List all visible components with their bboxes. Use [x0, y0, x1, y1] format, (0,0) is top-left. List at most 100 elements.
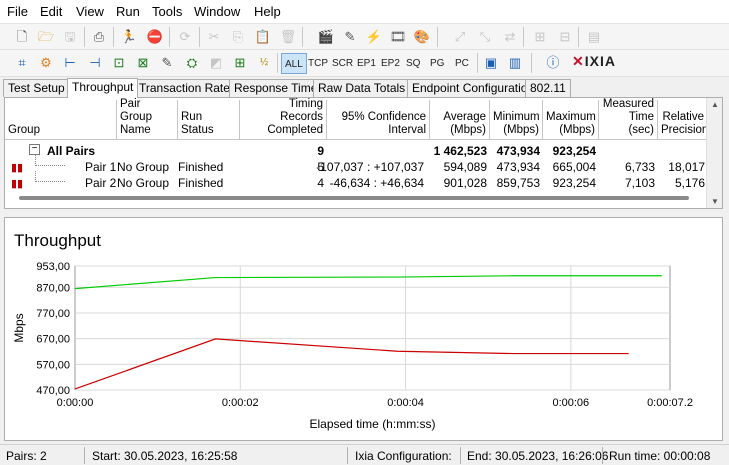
edit-pair-icon[interactable]: ✎: [341, 28, 359, 46]
fraction-icon[interactable]: ½: [255, 54, 273, 72]
endpoint-icon[interactable]: ⚙: [37, 54, 55, 72]
report-icon[interactable]: ▤: [585, 28, 603, 46]
tab-response-time[interactable]: Response Time: [229, 79, 323, 97]
scroll-down-arrow-icon[interactable]: ▼: [711, 197, 719, 206]
layout-icon[interactable]: ⊞: [531, 28, 549, 46]
y-tick-label: 570,00: [36, 359, 70, 371]
refresh-icon[interactable]: ⟳: [176, 28, 194, 46]
layout2-icon[interactable]: ⊟: [556, 28, 574, 46]
network-icon[interactable]: ⌗: [13, 54, 31, 72]
window-icon[interactable]: ▥: [506, 54, 524, 72]
graph-icon[interactable]: ◩: [207, 54, 225, 72]
info-icon[interactable]: ⓘ: [544, 54, 562, 72]
qos-icon[interactable]: ⊠: [134, 54, 152, 72]
new-file-icon[interactable]: 🗋: [13, 28, 31, 46]
maximum-mbps: 665,004: [552, 160, 596, 174]
col-header-measured-time[interactable]: Measured Time (sec): [599, 98, 658, 140]
tab-endpoint-configuration[interactable]: Endpoint Configuration: [407, 79, 540, 97]
col-header-timing-records[interactable]: Timing Records Completed: [240, 98, 327, 140]
y-tick-label: 953,00: [36, 261, 70, 273]
summary-row[interactable]: − All Pairs 9 1 462,523 473,934 923,254: [5, 143, 705, 159]
menu-view[interactable]: View: [76, 4, 104, 19]
run-status: Finished: [178, 160, 224, 174]
horizontal-scrollbar[interactable]: [5, 190, 706, 206]
table-row[interactable]: ▮▮ Pair 1 No Group Finished 5 -107,037 :…: [5, 155, 705, 175]
edit-multicast-icon[interactable]: 🎞: [389, 28, 407, 46]
table-icon[interactable]: ⊞: [231, 54, 249, 72]
horizontal-scrollbar-thumb[interactable]: [19, 196, 689, 200]
x-tick-label: 0:00:04: [387, 397, 424, 409]
col-header-minimum[interactable]: Minimum (Mbps): [490, 100, 543, 140]
y-tick-label: 770,00: [36, 308, 70, 320]
run-icon[interactable]: 🏃: [120, 28, 138, 46]
swap-icon[interactable]: ⇄: [501, 28, 519, 46]
minimum-mbps: 473,934: [496, 160, 540, 174]
summary-average: 1 462,523: [433, 144, 487, 158]
summary-maximum: 923,254: [552, 144, 596, 158]
x-tick-label: 0:00:07.2: [647, 397, 693, 409]
col-header-run-status[interactable]: Run Status: [178, 100, 240, 140]
filter-ep2[interactable]: EP2: [378, 53, 403, 74]
tab-throughput[interactable]: Throughput: [67, 78, 139, 98]
menu-window[interactable]: Window: [194, 4, 240, 19]
tab-802-11[interactable]: 802.11: [525, 79, 571, 97]
filter-scr[interactable]: SCR: [329, 53, 356, 74]
filter-sq[interactable]: SQ: [403, 53, 423, 74]
filter-all[interactable]: ALL: [281, 53, 307, 74]
table-row[interactable]: ▮▮ Pair 2 No Group Finished 4 -46,634 : …: [5, 171, 705, 191]
logo-x-mark: ✕: [572, 53, 585, 69]
col-header-group[interactable]: Group: [5, 100, 117, 140]
menu-help[interactable]: Help: [254, 4, 281, 19]
open-folder-icon[interactable]: 🗁: [37, 28, 55, 46]
edit-script-icon[interactable]: ✎: [158, 54, 176, 72]
filter-pg[interactable]: PG: [427, 53, 447, 74]
menu-file[interactable]: File: [7, 4, 28, 19]
menu-tools[interactable]: Tools: [152, 4, 182, 19]
status-pairs: Pairs: 2: [6, 449, 47, 463]
pair-group-name: No Group: [117, 160, 170, 174]
tab-raw-data-totals[interactable]: Raw Data Totals: [313, 79, 411, 97]
col-header-maximum[interactable]: Maximum (Mbps): [543, 100, 599, 140]
y-tick-label: 870,00: [36, 282, 70, 294]
monitor-icon[interactable]: ▣: [482, 54, 500, 72]
vertical-scrollbar[interactable]: ▲ ▼: [706, 98, 722, 208]
add-multicast-icon[interactable]: ⚡: [365, 28, 383, 46]
copy-icon[interactable]: ⎘: [229, 28, 247, 46]
menu-run[interactable]: Run: [116, 4, 140, 19]
scroll-up-arrow-icon[interactable]: ▲: [711, 100, 719, 109]
status-bar: Pairs: 2 Start: 30.05.2023, 16:25:58 Ixi…: [0, 444, 729, 465]
filter-tcp[interactable]: TCP: [305, 53, 331, 74]
add-group-icon[interactable]: 🎨: [413, 28, 431, 46]
save-icon[interactable]: 🖫: [61, 28, 79, 46]
plot-area: [74, 265, 671, 391]
cut-icon[interactable]: ✂: [205, 28, 223, 46]
menu-edit[interactable]: Edit: [40, 4, 62, 19]
col-header-confidence[interactable]: 95% Confidence Interval: [327, 100, 430, 140]
view-toolbar: ⌗ ⚙ ⊢ ⊣ ⊡ ⊠ ✎ ⛭ ◩ ⊞ ½ ALL TCP SCR EP1 EP…: [0, 50, 729, 77]
delete-icon[interactable]: 🗑: [279, 28, 297, 46]
expand-icon[interactable]: ⤢: [451, 28, 469, 46]
x-tick-label: 0:00:02: [222, 397, 259, 409]
collapse-toggle-icon[interactable]: −: [29, 144, 40, 155]
stop-icon[interactable]: ⛔: [146, 28, 164, 46]
print-icon[interactable]: ⎙: [90, 28, 108, 46]
col-header-pair-group-name[interactable]: Pair Group Name: [117, 98, 178, 140]
hardware-icon[interactable]: ⛭: [183, 54, 201, 72]
pair-icon[interactable]: ⊣: [86, 54, 104, 72]
x-axis-label: Elapsed time (h:mm:ss): [309, 417, 435, 431]
status-runtime: Run time: 00:00:08: [609, 449, 711, 463]
paste-icon[interactable]: 📋: [254, 28, 272, 46]
add-pair-icon[interactable]: 🎬: [317, 28, 335, 46]
tab-test-setup[interactable]: Test Setup: [3, 79, 70, 97]
filter-ep1[interactable]: EP1: [354, 53, 379, 74]
status-ixia-config: Ixia Configuration:: [355, 449, 452, 463]
collapse-icon[interactable]: ⤡: [476, 28, 494, 46]
col-header-average[interactable]: Average (Mbps): [430, 100, 490, 140]
topology-icon[interactable]: ⊢: [61, 54, 79, 72]
filter-pc[interactable]: PC: [452, 53, 472, 74]
tab-transaction-rate[interactable]: Transaction Rate: [134, 79, 235, 97]
col-header-relative-precision[interactable]: Relative Precision: [658, 100, 708, 140]
script-icon[interactable]: ⊡: [110, 54, 128, 72]
run-status: Finished: [178, 176, 224, 190]
x-tick-label: 0:00:06: [552, 397, 589, 409]
